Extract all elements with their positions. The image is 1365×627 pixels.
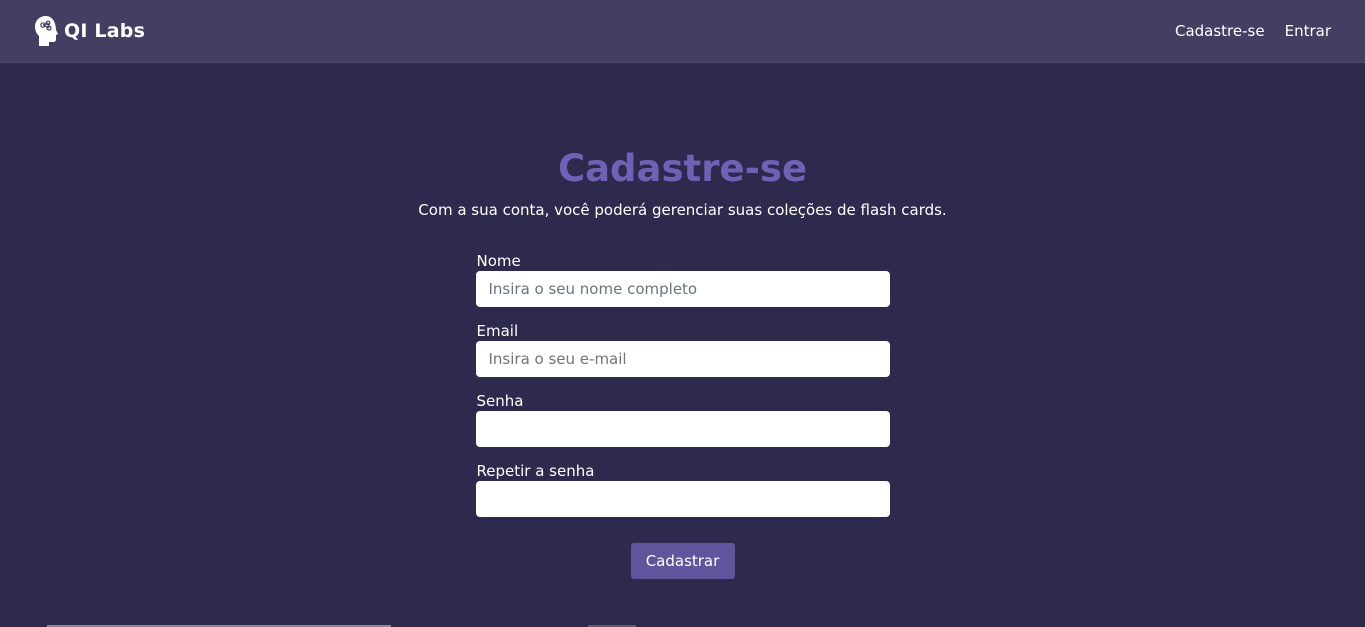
submit-row: Cadastrar (476, 543, 890, 579)
nav-link-login[interactable]: Entrar (1285, 22, 1331, 40)
email-label: Email (476, 322, 519, 340)
password-input[interactable] (475, 411, 890, 447)
brand-name: QI Labs (64, 20, 146, 42)
brain-head-icon (35, 16, 58, 46)
nav-link-signup[interactable]: Cadastre-se (1175, 22, 1265, 40)
register-button[interactable]: Cadastrar (630, 543, 735, 579)
page-subtitle: Com a sua conta, você poderá gerenciar s… (418, 201, 947, 219)
repeat-password-input[interactable] (475, 481, 890, 517)
signup-form: Nome Email Senha Repetir a senha Cadastr… (475, 251, 890, 579)
page-title: Cadastre-se (557, 147, 808, 190)
name-label: Nome (476, 252, 521, 270)
navbar: QI Labs Cadastre-se Entrar (0, 0, 1365, 63)
brand-link[interactable]: QI Labs (34, 15, 145, 47)
nav-links: Cadastre-se Entrar (1175, 22, 1331, 40)
name-input[interactable] (475, 271, 890, 307)
password-label: Senha (476, 392, 524, 410)
email-input[interactable] (475, 341, 890, 377)
repeat-password-label: Repetir a senha (476, 462, 595, 480)
main-content: Cadastre-se Com a sua conta, você poderá… (0, 63, 1365, 627)
